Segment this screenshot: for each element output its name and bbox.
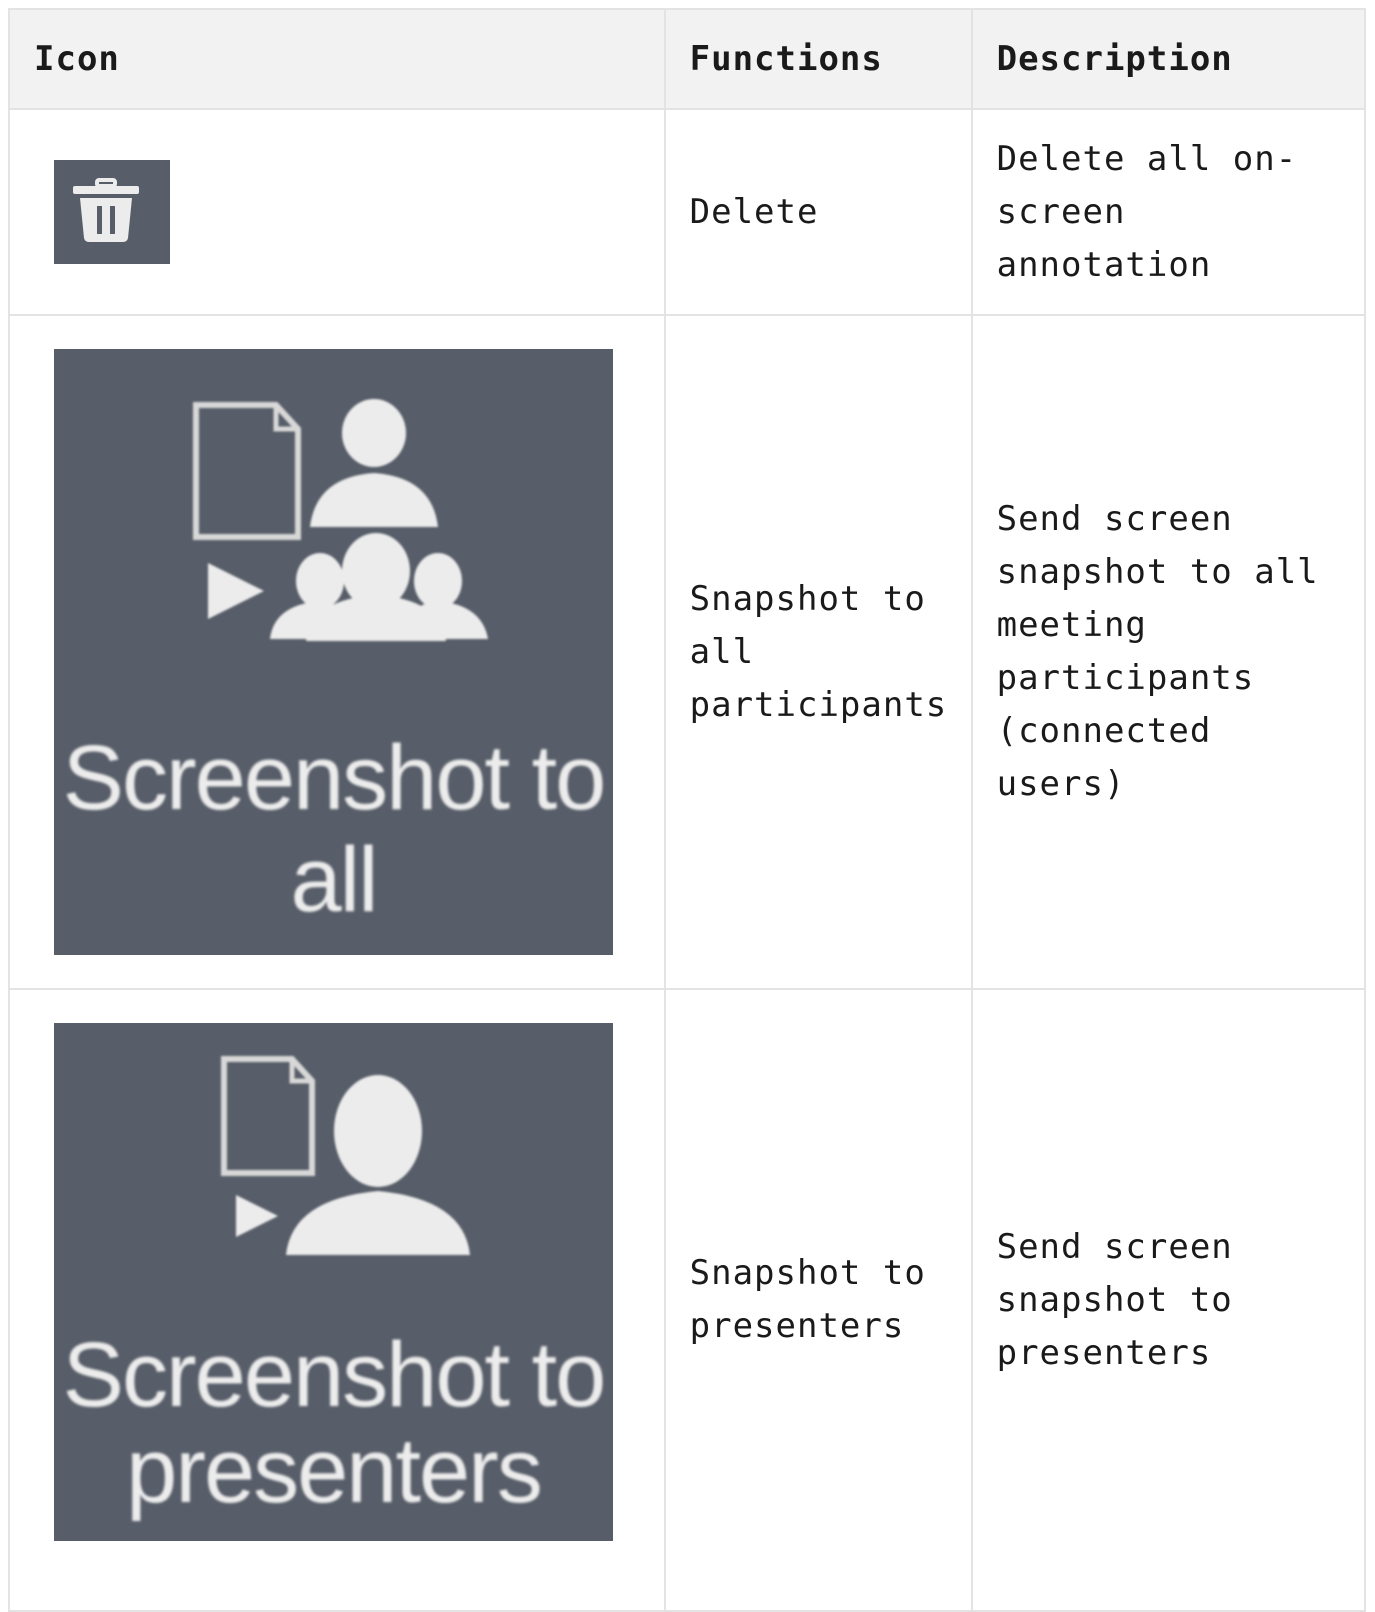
table-row: Delete Delete all on-screen annotation — [8, 108, 1367, 316]
table-row: Screenshot to all Snapshot to all partic… — [8, 314, 1367, 990]
icon-cell: Screenshot to all — [8, 314, 666, 990]
header-functions: Functions — [663, 8, 973, 110]
screenshot-to-presenters-icon[interactable]: Screenshot to presenters — [54, 1023, 613, 1541]
function-cell: Delete — [663, 108, 973, 316]
description-cell: Send screen snapshot to presenters — [970, 988, 1367, 1612]
function-table: Icon Functions Description Delete Delete — [8, 8, 1367, 1612]
header-description: Description — [970, 8, 1367, 110]
trash-icon[interactable] — [54, 160, 170, 264]
icon-cell: Screenshot to presenters — [8, 988, 666, 1612]
function-cell: Snapshot to all participants — [663, 314, 973, 990]
description-cell: Delete all on-screen annotation — [970, 108, 1367, 316]
screenshot-to-all-label: Screenshot to all — [62, 727, 607, 931]
screenshot-to-presenters-label: Screenshot to presenters — [62, 1324, 607, 1522]
function-cell: Snapshot to presenters — [663, 988, 973, 1612]
trash-icon-glyph — [73, 178, 139, 242]
header-icon: Icon — [8, 8, 666, 110]
screenshot-to-all-icon[interactable]: Screenshot to all — [54, 349, 613, 955]
icon-cell — [8, 108, 666, 316]
screenshot-to-presenters-glyph — [221, 1056, 470, 1255]
table-header-row: Icon Functions Description — [8, 8, 1367, 110]
description-cell: Send screen snapshot to all meeting part… — [970, 314, 1367, 990]
table-row: Screenshot to presenters Snapshot to pre… — [8, 988, 1367, 1612]
screenshot-to-all-glyph — [193, 399, 488, 641]
